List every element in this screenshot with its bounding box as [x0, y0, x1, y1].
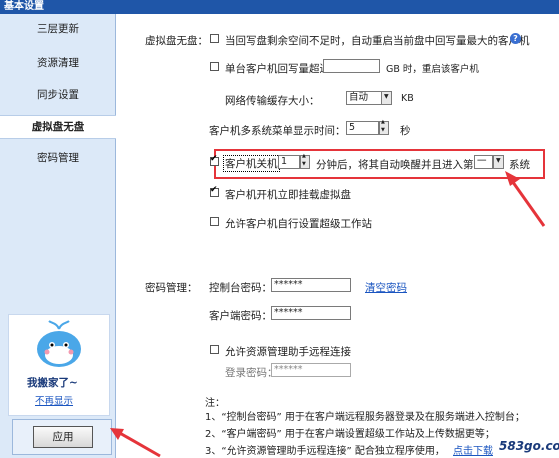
promo-text: 我搬家了~ [27, 377, 78, 389]
sidebar-item-resource-cleanup[interactable]: 资源清理 [0, 52, 116, 74]
shutdown-system-dropdown-icon[interactable] [493, 155, 504, 169]
login-password-input[interactable]: ****** [271, 363, 351, 377]
notes-title: 注： [205, 398, 225, 409]
remote-connect-checkbox[interactable] [210, 345, 219, 354]
auto-restart-checkbox[interactable] [210, 34, 219, 43]
net-cache-dropdown-icon[interactable] [381, 91, 392, 105]
allow-superws-checkbox[interactable] [210, 217, 219, 226]
shutdown-system-select[interactable]: 一 [474, 155, 493, 169]
sidebar-item-three-layer-update[interactable]: 三层更新 [0, 18, 116, 40]
menu-time-label: 客户机多系统菜单显示时间： [209, 125, 346, 137]
menu-time-unit: 秒 [400, 125, 411, 137]
window-title: 基本设置 [0, 0, 559, 14]
shutdown-suffix: 系统 [509, 159, 530, 171]
console-password-input[interactable]: ****** [271, 278, 351, 292]
menu-time-input[interactable]: 5 [346, 121, 379, 135]
promo-panel: 我搬家了~ 不再显示 [8, 314, 110, 416]
sidebar-item-virtual-disk[interactable]: 虚拟盘无盘 [0, 115, 116, 139]
shutdown-minutes-spinner[interactable] [300, 153, 310, 169]
auto-restart-label: 当回写盘剩余空间不足时，自动重启当前盘中回写量最大的客户机 [225, 35, 530, 47]
note-line-2: 2、“客户端密码” 用于在客户端设置超级工作站及上传数据更等； [205, 429, 495, 440]
writeback-limit-label: 单台客户机回写量超过 [225, 63, 330, 75]
shutdown-minutes-input[interactable]: 1 [278, 155, 300, 169]
mount-on-boot-checkbox[interactable] [210, 185, 219, 197]
net-cache-label: 网络传输缓存大小： [225, 95, 320, 107]
console-password-label: 控制台密码： [209, 282, 272, 294]
shutdown-checkbox[interactable] [210, 154, 219, 166]
client-password-input[interactable]: ****** [271, 306, 351, 320]
net-cache-unit: KB [401, 93, 414, 104]
apply-button[interactable]: 应用 [33, 426, 93, 448]
remote-connect-label: 允许资源管理助手远程连接 [225, 346, 351, 358]
writeback-limit-input[interactable] [323, 59, 380, 73]
watermark-text: 583go.com [499, 439, 559, 453]
dont-show-link[interactable]: 不再显示 [35, 393, 73, 407]
allow-superws-label: 允许客户机自行设置超级工作站 [225, 218, 372, 230]
clear-password-link[interactable]: 清空密码 [365, 280, 407, 295]
sidebar-item-sync-settings[interactable]: 同步设置 [0, 84, 116, 106]
main-panel: 虚拟盘无盘： 当回写盘剩余空间不足时，自动重启当前盘中回写量最大的客户机 ? 单… [117, 14, 559, 458]
writeback-limit-unit: GB 时，重启该客户机 [386, 64, 479, 75]
apply-area: 应用 [12, 419, 112, 455]
sidebar: 三层更新 资源清理 同步设置 虚拟盘无盘 密码管理 我搬家了~ 不再显示 应用 [0, 14, 116, 458]
shutdown-mid-text: 分钟后，将其自动唤醒并且进入第 [316, 159, 474, 171]
client-password-label: 客户端密码： [209, 310, 272, 322]
note-line-1: 1、“控制台密码” 用于在客户端远程服务器登录及在服务端进入控制台； [205, 412, 525, 423]
vdisk-section-label: 虚拟盘无盘： [145, 35, 208, 47]
help-icon[interactable]: ? [510, 33, 521, 44]
menu-time-spinner[interactable] [379, 119, 389, 135]
note-line-3: 3、“允许资源管理助手远程连接” 配合独立程序使用， [205, 446, 445, 457]
password-section-label: 密码管理： [145, 282, 198, 294]
mount-on-boot-label: 客户机开机立即挂载虚拟盘 [225, 189, 351, 201]
download-link[interactable]: 点击下载 [453, 442, 493, 457]
shutdown-label: 客户机关机 [223, 155, 280, 172]
sidebar-item-password[interactable]: 密码管理 [0, 147, 116, 169]
whale-mascot-icon [37, 320, 81, 367]
writeback-limit-checkbox[interactable] [210, 62, 219, 71]
login-password-label: 登录密码： [225, 367, 278, 379]
